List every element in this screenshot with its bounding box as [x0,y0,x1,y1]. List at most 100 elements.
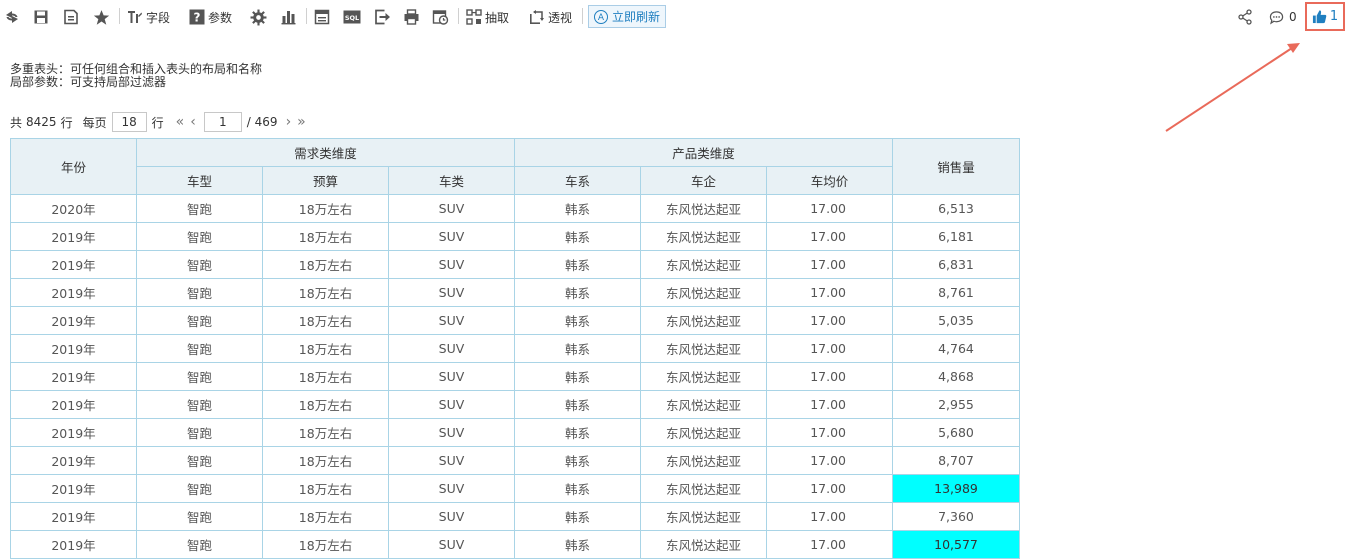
refresh-button[interactable] [4,6,20,28]
cell-car-model: 智跑 [136,418,263,447]
share-icon [1238,9,1252,25]
schedule-icon [432,10,449,25]
total-row-unit: 行 [60,115,73,130]
last-page-button[interactable]: » [297,114,306,130]
table-row: 2019年 智跑 18万左右 SUV 韩系 东风悦达起亚 17.00 4,868 [10,362,1020,391]
cell-car-class: SUV [388,222,515,251]
cell-car-class: SUV [388,194,515,223]
next-page-button[interactable]: › [286,114,292,130]
sql-icon: SQL [343,10,361,24]
header-car-model[interactable]: 车型 [136,166,263,195]
cell-car-model: 智跑 [136,278,263,307]
table-row: 2019年 智跑 18万左右 SUV 韩系 东风悦达起亚 17.00 4,764 [10,334,1020,363]
cell-manufacturer: 东风悦达起亚 [640,306,767,335]
extract-button[interactable]: 抽取 [466,6,509,28]
settings-button[interactable] [250,6,267,28]
cell-avg-price: 17.00 [766,334,893,363]
cell-year: 2019年 [10,530,137,559]
cell-avg-price: 17.00 [766,474,893,503]
favorite-button[interactable] [93,6,110,28]
cell-sales: 8,707 [892,446,1020,475]
pivot-button[interactable]: 透视 [529,6,572,28]
toolbar: 字段 ? 参数 SQL 抽取 透视 A 立即刷新 0 1 [0,0,1352,34]
export-button[interactable] [374,6,391,28]
cell-manufacturer: 东风悦达起亚 [640,390,767,419]
cell-budget: 18万左右 [262,306,389,335]
cell-avg-price: 17.00 [766,446,893,475]
refresh-now-button[interactable]: A 立即刷新 [588,5,666,28]
header-manufacturer[interactable]: 车企 [640,166,767,195]
cell-year: 2019年 [10,474,137,503]
header-year[interactable]: 年份 [10,138,137,195]
sql-button[interactable]: SQL [343,6,361,28]
schedule-button[interactable] [432,6,449,28]
cell-manufacturer: 东风悦达起亚 [640,334,767,363]
cell-car-series: 韩系 [514,502,641,531]
cell-car-series: 韩系 [514,446,641,475]
cell-year: 2019年 [10,446,137,475]
table-row: 2019年 智跑 18万左右 SUV 韩系 东风悦达起亚 17.00 13,989 [10,474,1020,503]
print-button[interactable] [403,6,420,28]
export-icon [375,9,390,25]
cell-avg-price: 17.00 [766,250,893,279]
cell-budget: 18万左右 [262,278,389,307]
header-car-class[interactable]: 车类 [388,166,515,195]
param-button[interactable]: ? 参数 [189,6,232,28]
pagination-bar: 共 8425 行 每页 行 « ‹ / 469 › » [10,111,309,133]
cell-car-model: 智跑 [136,502,263,531]
save-button[interactable] [33,6,49,28]
prev-page-button[interactable]: ‹ [190,114,196,130]
cell-budget: 18万左右 [262,446,389,475]
cell-manufacturer: 东风悦达起亚 [640,194,767,223]
cell-car-model: 智跑 [136,362,263,391]
header-car-series[interactable]: 车系 [514,166,641,195]
cell-sales: 4,764 [892,334,1020,363]
cell-car-series: 韩系 [514,390,641,419]
cell-year: 2019年 [10,334,137,363]
like-button[interactable]: 1 [1305,2,1345,31]
field-button[interactable]: 字段 [127,6,170,28]
layout-button[interactable] [314,6,330,28]
table-row: 2019年 智跑 18万左右 SUV 韩系 东风悦达起亚 17.00 6,181 [10,222,1020,251]
chart-button[interactable] [280,6,297,28]
cell-car-model: 智跑 [136,446,263,475]
field-label: 字段 [146,10,171,25]
cell-sales: 4,868 [892,362,1020,391]
layout-icon [314,9,330,25]
cell-budget: 18万左右 [262,502,389,531]
cell-manufacturer: 东风悦达起亚 [640,446,767,475]
cell-avg-price: 17.00 [766,418,893,447]
save-as-button[interactable] [63,6,79,28]
cell-budget: 18万左右 [262,250,389,279]
report-description: 多重表头：可任何组合和插入表头的布局和名称 局部参数：可支持局部过滤器 [10,63,262,89]
cell-car-series: 韩系 [514,306,641,335]
page-size-input[interactable] [111,112,147,132]
refresh-icon [6,11,18,23]
header-avg-price[interactable]: 车均价 [766,166,893,195]
cell-sales: 5,035 [892,306,1020,335]
cell-budget: 18万左右 [262,474,389,503]
table-row: 2019年 智跑 18万左右 SUV 韩系 东风悦达起亚 17.00 6,831 [10,250,1020,279]
cell-budget: 18万左右 [262,530,389,559]
cell-budget: 18万左右 [262,418,389,447]
cell-manufacturer: 东风悦达起亚 [640,250,767,279]
cell-car-class: SUV [388,474,515,503]
chart-icon [281,11,296,25]
first-page-button[interactable]: « [176,114,185,130]
pivot-icon [530,10,544,24]
page-size-unit: 行 [151,115,164,130]
save-icon [34,10,48,24]
table-row: 2020年 智跑 18万左右 SUV 韩系 东风悦达起亚 17.00 6,513 [10,194,1020,223]
current-page-input[interactable] [203,112,242,132]
cell-budget: 18万左右 [262,334,389,363]
cell-sales: 8,761 [892,278,1020,307]
share-button[interactable] [1237,8,1253,26]
cell-budget: 18万左右 [262,362,389,391]
cell-sales: 2,955 [892,390,1020,419]
cell-manufacturer: 东风悦达起亚 [640,362,767,391]
cell-manufacturer: 东风悦达起亚 [640,474,767,503]
header-budget[interactable]: 预算 [262,166,389,195]
comment-button[interactable]: 0 [1269,8,1297,26]
header-sales[interactable]: 销售量 [892,138,1020,195]
table-row: 2019年 智跑 18万左右 SUV 韩系 东风悦达起亚 17.00 7,360 [10,502,1020,531]
